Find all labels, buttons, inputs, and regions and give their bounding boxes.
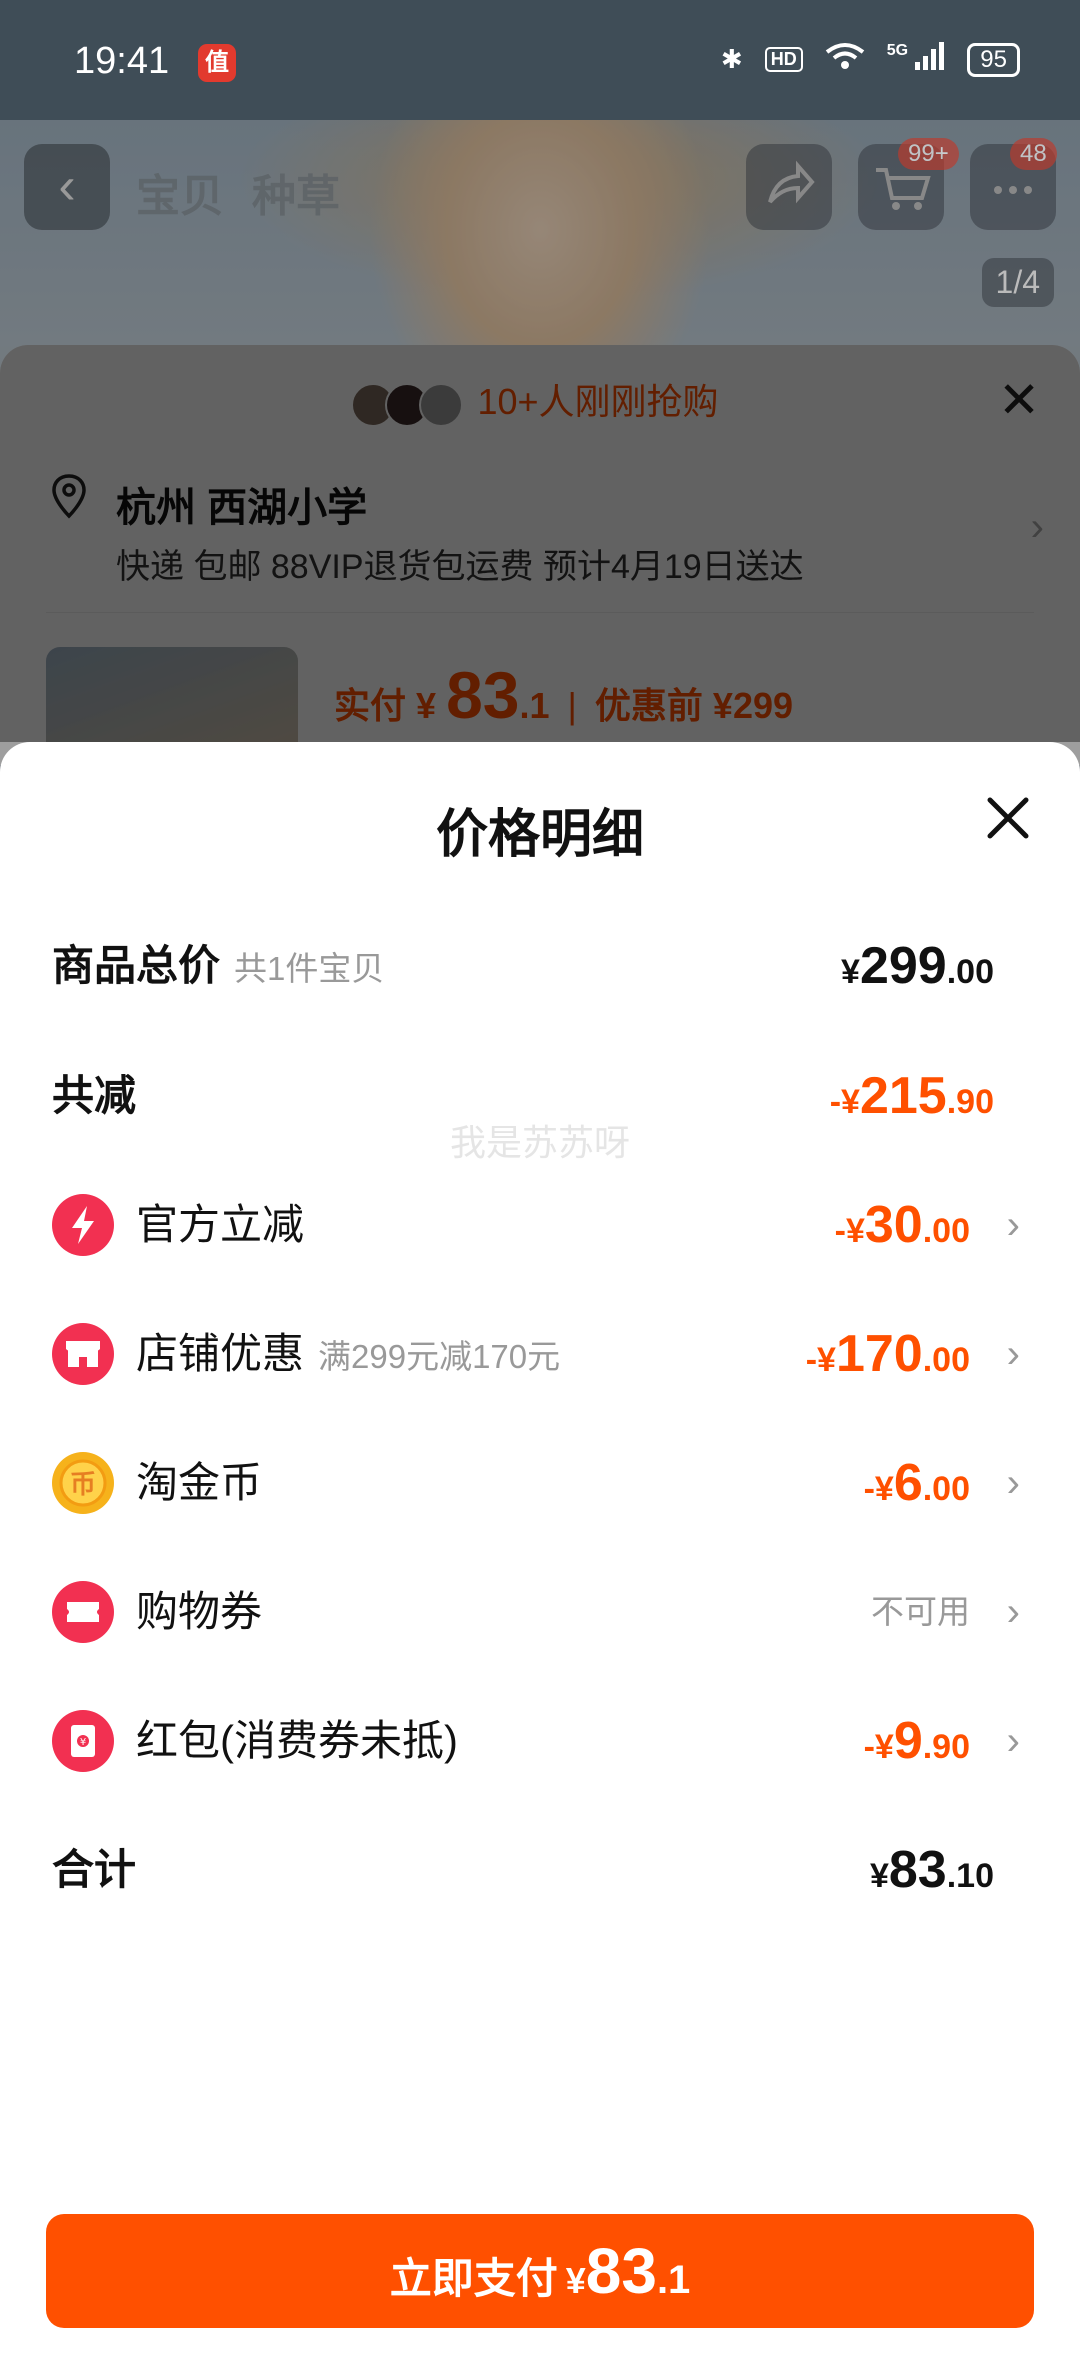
row-amount: ¥83.10 (869, 1841, 994, 1899)
signal-icon: 5G (887, 42, 946, 77)
svg-text:币: 币 (70, 1470, 96, 1500)
message-button[interactable]: 48 (970, 138, 1057, 230)
battery-icon: 95 (967, 42, 1020, 77)
red-envelope-icon: ¥ (52, 1710, 114, 1772)
cart-count-badge: 99+ (898, 138, 959, 170)
row-label: 淘金币 (136, 1459, 263, 1506)
mid-sheet-overlay (0, 345, 1080, 765)
chevron-right-icon: › (1006, 1461, 1020, 1505)
close-icon[interactable] (982, 792, 1034, 844)
pay-yen: ¥ (565, 2260, 586, 2301)
status-indicators: ✱ HD 5G 95 (721, 42, 1020, 77)
chevron-right-icon: › (1006, 1590, 1020, 1634)
row-label: 商品总价 共1件宝贝 (52, 942, 385, 989)
pay-decimal: .1 (656, 2258, 691, 2302)
app-notification-icon: 值 (198, 44, 236, 82)
chevron-right-icon: › (1006, 1719, 1020, 1763)
row-label: 合计 (52, 1846, 137, 1893)
row-taojinbi[interactable]: 币 淘金币 -¥6.00 › (52, 1443, 1020, 1523)
row-shopping-voucher[interactable]: 购物券 不可用 › (52, 1572, 1020, 1652)
status-time: 19:41 (74, 40, 170, 82)
back-button[interactable]: ‹ (24, 144, 110, 230)
row-amount: -¥9.90 (863, 1712, 970, 1770)
pay-label: 立即支付 (389, 2255, 558, 2302)
hd-icon: HD (764, 47, 803, 72)
wifi-icon (825, 42, 865, 77)
row-grand-total: 合计 ¥83.10 (52, 1830, 1020, 1910)
row-total-price: 商品总价 共1件宝贝 ¥299.00 (52, 926, 1020, 1006)
chevron-right-icon: › (1006, 1203, 1020, 1247)
tab-seeding[interactable]: 种草 (252, 160, 340, 224)
row-total-discount: 共减 -¥215.90 (52, 1056, 1020, 1136)
row-amount: -¥215.90 (829, 1067, 994, 1125)
row-label: 共减 (52, 1072, 137, 1119)
row-label: 红包(消费券未抵) (136, 1717, 458, 1764)
row-amount: -¥30.00 (834, 1196, 970, 1254)
row-amount: ¥299.00 (841, 937, 994, 995)
pay-now-button[interactable]: 立即支付 ¥83.1 (46, 2214, 1034, 2328)
chevron-right-icon: › (1006, 1332, 1020, 1376)
row-label: 店铺优惠 满299元减170元 (136, 1330, 561, 1377)
row-label: 购物券 (136, 1588, 263, 1635)
lightning-icon (52, 1194, 114, 1256)
sheet-title: 价格明细 (435, 806, 644, 864)
row-status: 不可用 (871, 1593, 970, 1630)
row-amount: -¥170.00 (805, 1325, 970, 1383)
row-label: 官方立减 (136, 1201, 305, 1248)
svg-text:¥: ¥ (80, 1737, 86, 1748)
product-nav-bar: ‹ 宝贝 种草 99+ 48 (0, 138, 1080, 240)
row-shop-discount[interactable]: 店铺优惠 满299元减170元 -¥170.00 › (52, 1314, 1020, 1394)
tab-item[interactable]: 宝贝 (136, 160, 224, 224)
photo-index: 1/4 (981, 258, 1054, 307)
network-type: 5G (886, 42, 909, 59)
bluetooth-icon: ✱ (720, 44, 743, 74)
shop-icon (52, 1323, 114, 1385)
share-icon (768, 160, 815, 204)
pay-amount: 83 (585, 2235, 657, 2307)
row-red-envelope[interactable]: ¥ 红包(消费券未抵) -¥9.90 › (52, 1701, 1020, 1781)
ticket-icon (52, 1581, 114, 1643)
price-detail-sheet: 价格明细 我是苏苏呀 商品总价 共1件宝贝 ¥299.00 共减 -¥215.90… (0, 742, 1080, 2376)
row-amount: -¥6.00 (863, 1454, 970, 1512)
row-official-discount[interactable]: 官方立减 -¥30.00 › (52, 1185, 1020, 1265)
message-count-badge: 48 (1010, 138, 1057, 170)
cart-button[interactable]: 99+ (858, 138, 959, 230)
share-button[interactable] (746, 144, 832, 230)
taojinbi-coin-icon: 币 (52, 1452, 114, 1514)
status-bar: 19:41 值 ✱ HD 5G 95 (0, 0, 1080, 120)
row-hint: 满299元减170元 (318, 1338, 561, 1375)
row-hint: 共1件宝贝 (234, 950, 385, 987)
